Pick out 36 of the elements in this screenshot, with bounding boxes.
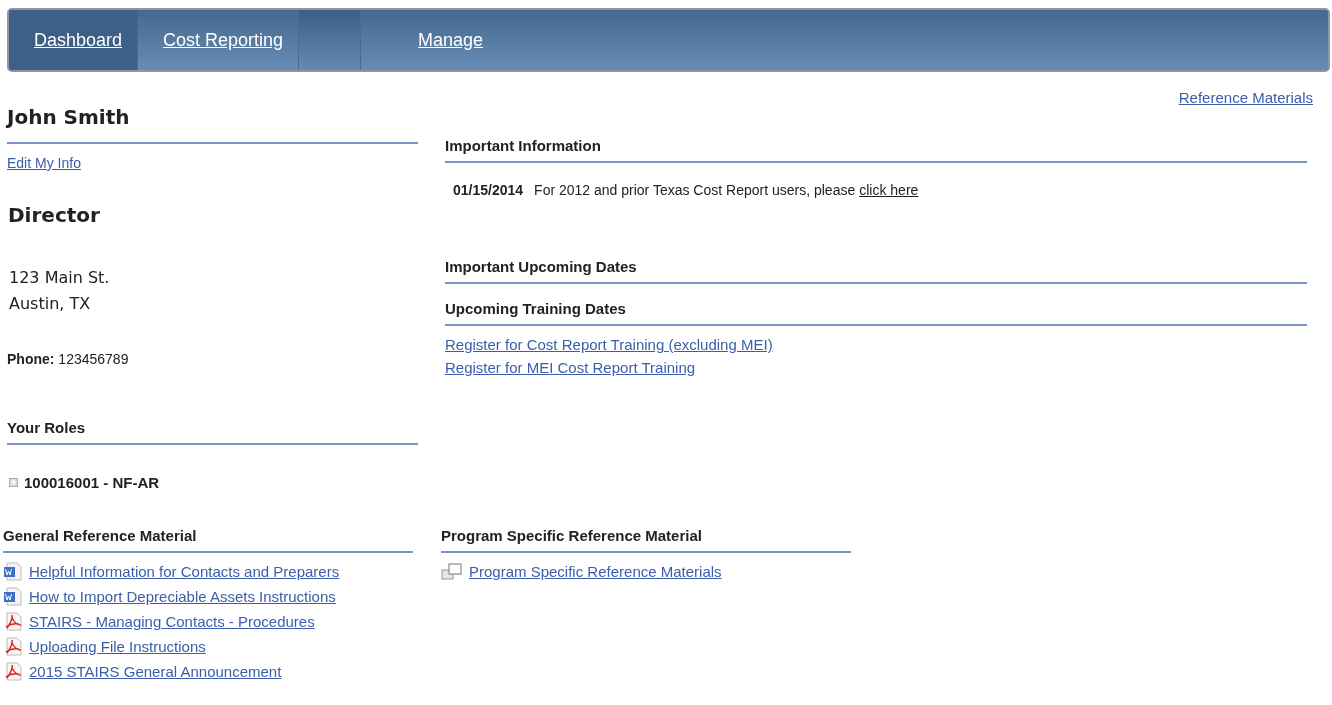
document-link[interactable]: Program Specific Reference Materials: [469, 563, 722, 580]
edit-info-link[interactable]: Edit My Info: [7, 155, 418, 171]
document-link[interactable]: STAIRS - Managing Contacts - Procedures: [29, 613, 315, 630]
word-document-icon: [3, 562, 23, 581]
address-line: 123 Main St.: [9, 267, 111, 289]
section-heading: Important Upcoming Dates: [445, 258, 638, 275]
pdf-icon: [3, 662, 23, 681]
reference-materials-link[interactable]: Reference Materials: [1178, 89, 1313, 109]
job-title: Director: [8, 203, 101, 227]
section-heading: Program Specific Reference Material: [441, 527, 703, 544]
click-here-link[interactable]: click here: [859, 182, 919, 198]
section-heading: Upcoming Training Dates: [445, 300, 627, 317]
nav-tab[interactable]: Dashboard: [9, 10, 139, 70]
document-link[interactable]: Uploading File Instructions: [29, 638, 206, 655]
info-text: For 2012 and prior Texas Cost Report users, please: [534, 182, 856, 198]
phone-number: 123456789: [58, 351, 129, 367]
role-label: 100016001 - NF-AR: [24, 474, 160, 491]
section-heading: Important Information: [445, 137, 602, 154]
section-heading: Your Roles: [7, 419, 87, 436]
info-date: 01/15/2014: [453, 182, 524, 198]
pdf-icon: [3, 637, 23, 656]
document-link[interactable]: Helpful Information for Contacts and Preparers: [29, 563, 340, 580]
pdf-icon: [3, 612, 23, 631]
nav-tab[interactable]: Cost Reporting: [138, 10, 300, 70]
training-link[interactable]: Register for MEI Cost Report Training: [445, 359, 696, 376]
training-link[interactable]: Register for Cost Report Training (excluding MEI): [445, 336, 773, 353]
document-link[interactable]: How to Import Depreciable Assets Instructions: [29, 588, 336, 605]
expand-icon[interactable]: [9, 478, 18, 487]
user-name: John Smith: [7, 105, 131, 131]
phone-label: Phone:: [7, 351, 55, 367]
document-link[interactable]: 2015 STAIRS General Announcement: [29, 663, 282, 680]
nav-tab[interactable]: Manage: [360, 10, 1328, 70]
section-heading: General Reference Material: [3, 527, 198, 544]
address-line: Austin, TX: [9, 293, 92, 315]
word-document-icon: [3, 587, 23, 606]
windows-icon: [441, 562, 463, 581]
